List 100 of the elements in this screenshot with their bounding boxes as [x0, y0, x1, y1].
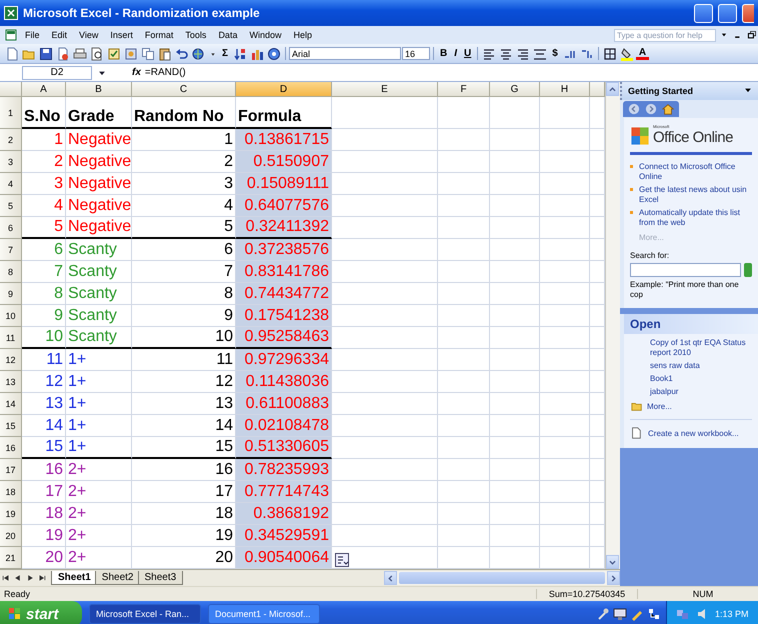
row-header[interactable]: 1 [0, 97, 22, 129]
first-sheet-icon[interactable] [1, 573, 11, 583]
row-header[interactable]: 10 [0, 305, 22, 327]
menu-item[interactable]: Window [244, 29, 286, 41]
sheet-tab[interactable]: Sheet1 [51, 571, 98, 585]
pane-link[interactable]: Get the latest news about usin Excel [639, 185, 747, 205]
format-button[interactable]: I [451, 48, 460, 59]
help-search-field[interactable]: Type a question for help [614, 28, 716, 42]
scroll-thumb[interactable] [399, 572, 605, 584]
autosum-button[interactable]: Σ [219, 48, 232, 59]
permission-icon[interactable] [56, 46, 70, 60]
hyperlink-icon[interactable] [192, 46, 206, 60]
row-header[interactable]: 5 [0, 195, 22, 217]
scroll-up-button[interactable] [606, 82, 619, 96]
row-header[interactable]: 3 [0, 151, 22, 173]
menu-item[interactable]: Data [213, 29, 242, 41]
auto-fill-options-icon[interactable] [335, 553, 349, 567]
merge-center-icon[interactable] [533, 46, 548, 60]
menu-item[interactable]: Help [288, 29, 317, 41]
home-icon[interactable] [662, 103, 674, 115]
restore-icon[interactable] [747, 30, 757, 40]
copy-icon[interactable] [141, 46, 155, 60]
menu-item[interactable]: Tools [180, 29, 212, 41]
row-header[interactable]: 15 [0, 415, 22, 437]
recent-file-link[interactable]: jabalpur [630, 387, 752, 397]
name-box[interactable]: D2 [22, 66, 92, 80]
row-header[interactable]: 6 [0, 217, 22, 239]
sort-ascending-icon[interactable] [233, 46, 248, 60]
align-left-icon[interactable] [482, 46, 496, 60]
sheet-tab[interactable]: Sheet2 [94, 571, 140, 585]
network-icon[interactable] [647, 607, 661, 621]
scroll-down-button[interactable] [606, 555, 619, 569]
close-button[interactable] [742, 4, 754, 22]
font-size-field[interactable]: 16 [402, 47, 430, 60]
column-header[interactable]: H [540, 82, 590, 97]
pane-link[interactable]: Connect to Microsoft Office Online [639, 162, 736, 182]
save-icon[interactable] [39, 46, 53, 60]
align-center-icon[interactable] [499, 46, 514, 60]
font-color-button[interactable]: A [636, 48, 650, 60]
sheet-tab[interactable]: Sheet3 [138, 571, 184, 585]
currency-button[interactable]: $ [549, 48, 561, 59]
menu-item[interactable]: Insert [105, 29, 138, 41]
help-icon[interactable] [267, 46, 282, 60]
recent-file-link[interactable]: Book1 [630, 374, 752, 384]
column-header[interactable]: C [132, 82, 236, 97]
paste-icon[interactable] [158, 46, 172, 60]
scroll-right-button[interactable] [607, 571, 620, 585]
insert-function-button[interactable]: fx [132, 67, 141, 78]
menu-item[interactable]: Format [140, 29, 178, 41]
monitor-icon[interactable] [613, 607, 627, 621]
row-header[interactable]: 12 [0, 349, 22, 371]
row-header[interactable]: 18 [0, 481, 22, 503]
format-button[interactable]: U [461, 48, 474, 59]
pane-link[interactable]: Automatically update this list from the web [639, 208, 740, 228]
taskbar-button[interactable]: Microsoft Excel - Ran... [89, 604, 201, 624]
row-header[interactable]: 16 [0, 437, 22, 459]
print-icon[interactable] [73, 46, 87, 60]
formula-field[interactable]: =RAND() [144, 67, 186, 78]
column-header[interactable]: D [236, 82, 332, 97]
row-header[interactable]: 9 [0, 283, 22, 305]
previous-sheet-icon[interactable] [13, 573, 23, 583]
last-sheet-icon[interactable] [37, 573, 47, 583]
column-header[interactable]: E [332, 82, 438, 97]
taskbar-button[interactable]: Document1 - Microsof... [208, 604, 320, 624]
minimize-button[interactable] [694, 4, 713, 22]
restore-button[interactable] [718, 4, 737, 22]
forward-icon[interactable] [645, 103, 657, 115]
format-button[interactable]: B [437, 48, 450, 59]
row-header[interactable]: 14 [0, 393, 22, 415]
recent-file-link[interactable]: sens raw data [630, 361, 752, 371]
row-header[interactable]: 11 [0, 327, 22, 349]
row-header[interactable]: 8 [0, 261, 22, 283]
recent-file-link[interactable]: Copy of 1st qtr EQA Status report 2010 [630, 338, 752, 358]
research-icon[interactable] [124, 46, 138, 60]
next-sheet-icon[interactable] [25, 573, 35, 583]
row-header[interactable]: 21 [0, 547, 22, 569]
row-header[interactable]: 2 [0, 129, 22, 151]
align-right-icon[interactable] [516, 46, 530, 60]
row-header[interactable]: 20 [0, 525, 22, 547]
menu-item[interactable]: File [20, 29, 45, 41]
column-header[interactable]: A [22, 82, 66, 97]
column-header[interactable]: F [438, 82, 490, 97]
row-header[interactable]: 19 [0, 503, 22, 525]
microphone-icon[interactable] [596, 607, 610, 621]
undo-icon[interactable] [175, 46, 189, 60]
column-header[interactable]: G [490, 82, 540, 97]
menu-item[interactable]: Edit [46, 29, 72, 41]
fill-color-icon[interactable] [620, 46, 634, 60]
spelling-icon[interactable] [107, 46, 121, 60]
borders-icon[interactable] [602, 46, 617, 60]
scroll-left-button[interactable] [384, 571, 397, 585]
back-icon[interactable] [628, 103, 640, 115]
row-header[interactable]: 13 [0, 371, 22, 393]
font-name-field[interactable]: Arial [289, 47, 402, 60]
row-header[interactable]: 4 [0, 173, 22, 195]
new-workbook-link[interactable]: Create a new workbook... [648, 428, 739, 438]
menu-item[interactable]: View [74, 29, 104, 41]
print-preview-icon[interactable] [90, 46, 104, 60]
more-link[interactable]: More... [647, 402, 672, 410]
row-header[interactable]: 7 [0, 239, 22, 261]
